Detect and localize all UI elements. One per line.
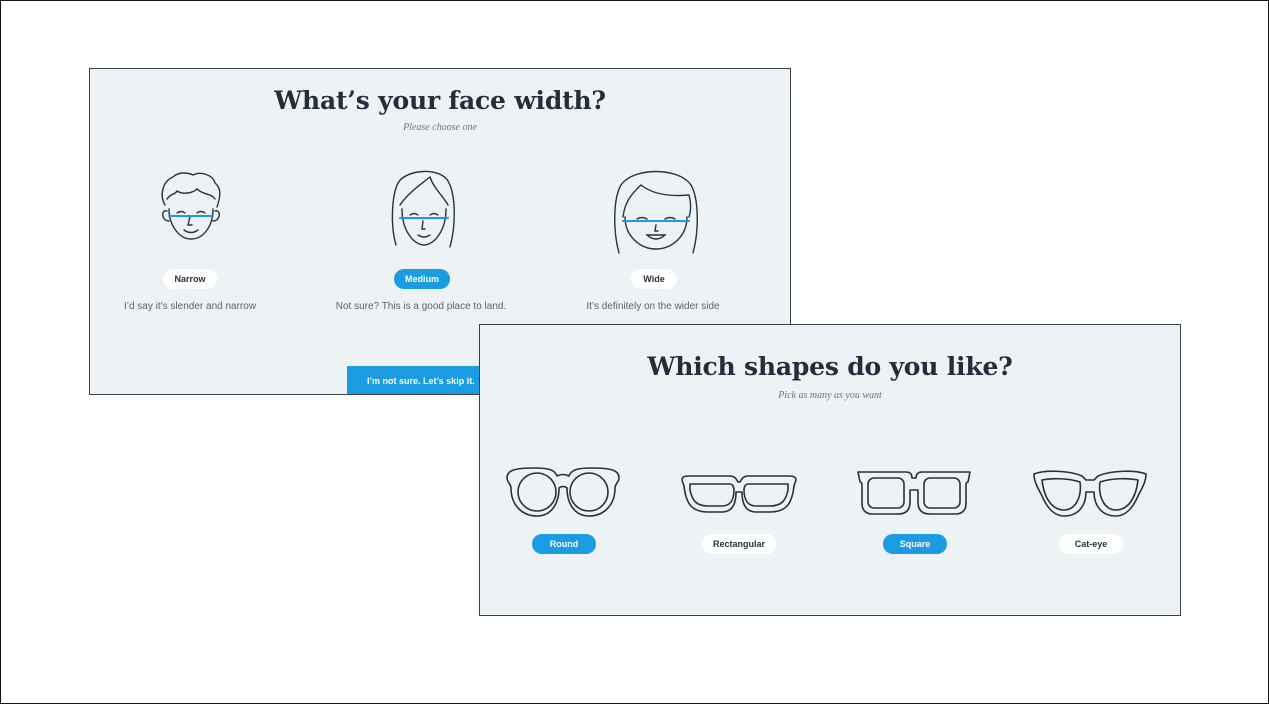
face-width-title: What’s your face width?	[274, 86, 606, 115]
medium-description: Not sure? This is a good place to land.	[335, 301, 507, 312]
shapes-subtitle: Pick as many as you want	[778, 390, 882, 401]
wide-description: It’s definitely on the wider side	[586, 301, 720, 312]
face-option-medium[interactable]: Medium	[394, 269, 450, 289]
face-width-subtitle: Please choose one	[403, 122, 477, 133]
shapes-title: Which shapes do you like?	[647, 352, 1013, 381]
medium-face-icon	[386, 165, 462, 255]
rectangular-glasses-icon	[680, 474, 798, 514]
narrow-description: I’d say it’s slender and narrow	[123, 301, 257, 312]
shape-option-rectangular[interactable]: Rectangular	[702, 534, 776, 554]
shape-option-round[interactable]: Round	[532, 534, 596, 554]
square-glasses-icon	[856, 468, 972, 516]
wide-face-icon	[611, 165, 701, 257]
shape-option-cat-eye[interactable]: Cat-eye	[1059, 534, 1123, 554]
face-option-wide[interactable]: Wide	[631, 269, 677, 289]
shapes-card: Which shapes do you like? Pick as many a…	[479, 324, 1181, 616]
round-glasses-icon	[505, 466, 621, 518]
shape-option-square[interactable]: Square	[883, 534, 947, 554]
cat-eye-glasses-icon	[1032, 468, 1148, 518]
narrow-face-icon	[153, 169, 229, 249]
skip-button[interactable]: I’m not sure. Let’s skip it.	[347, 366, 482, 394]
face-option-narrow[interactable]: Narrow	[163, 269, 217, 289]
